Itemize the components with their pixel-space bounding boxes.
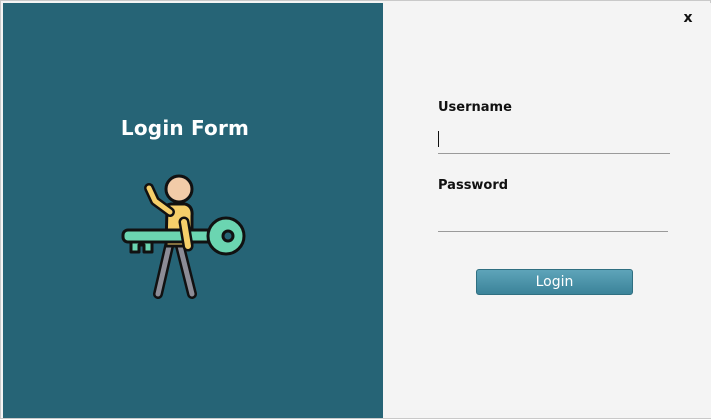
login-window: Login Form x Username Password Login — [0, 0, 711, 419]
username-label: Username — [438, 100, 512, 115]
password-input[interactable] — [438, 208, 668, 232]
close-button[interactable]: x — [679, 9, 697, 27]
password-label: Password — [438, 178, 509, 193]
login-form-title: Login Form — [120, 116, 250, 140]
login-button[interactable]: Login — [476, 269, 633, 295]
text-caret — [438, 131, 439, 147]
person-holding-key-icon — [121, 174, 246, 299]
branding-panel: Login Form — [3, 3, 383, 418]
username-input[interactable] — [438, 130, 670, 154]
login-form-panel: x Username Password Login — [383, 3, 711, 418]
